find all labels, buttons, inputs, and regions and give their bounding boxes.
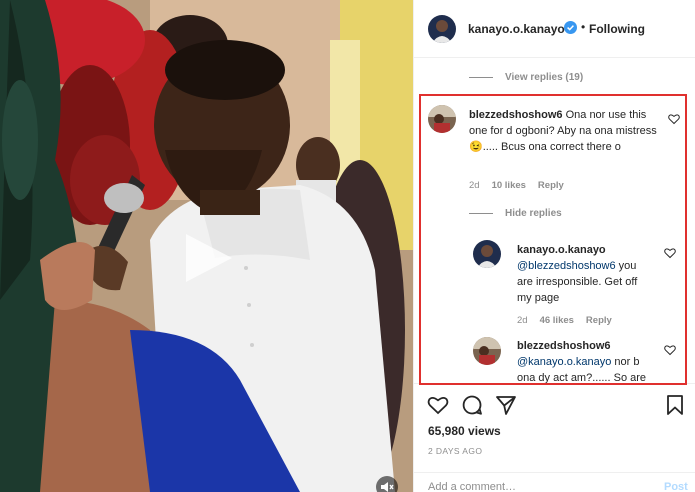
reply-username[interactable]: kanayo.o.kanayo	[517, 244, 606, 256]
avatar[interactable]	[473, 337, 501, 365]
avatar[interactable]	[428, 105, 456, 133]
view-replies-label: View replies (19)	[505, 72, 584, 83]
reply-button[interactable]: Reply	[538, 180, 564, 191]
reply-comment: blezzedshoshow6 @kanayo.o.kanayo nor b o…	[517, 338, 652, 386]
bookmark-icon[interactable]	[664, 394, 686, 416]
mention-link[interactable]: @kanayo.o.kanayo	[517, 356, 611, 368]
divider	[469, 77, 493, 78]
share-icon[interactable]	[495, 394, 517, 416]
comment: blezzedshoshow6 Ona nor use this one for…	[469, 107, 664, 155]
post-video[interactable]	[0, 0, 413, 492]
reply-age: 2d	[517, 315, 528, 326]
reply-username[interactable]: blezzedshoshow6	[517, 340, 611, 352]
following-button[interactable]: Following	[589, 22, 645, 36]
post-header: kanayo.o.kanayo • Following	[414, 0, 695, 58]
reply-likes[interactable]: 46 likes	[540, 315, 574, 326]
divider	[469, 213, 493, 214]
separator-dot: •	[581, 20, 586, 34]
post-sidebar: kanayo.o.kanayo • Following View replies…	[413, 0, 695, 492]
speaker-muted-icon[interactable]	[376, 476, 398, 492]
comment-age: 2d	[469, 180, 480, 191]
heart-icon[interactable]	[664, 247, 676, 259]
post-author-username[interactable]: kanayo.o.kanayo	[468, 22, 565, 36]
view-count[interactable]: 65,980 views	[428, 424, 501, 438]
comment-likes[interactable]: 10 likes	[492, 180, 526, 191]
hide-replies-label: Hide replies	[505, 208, 562, 219]
reply-button[interactable]: Reply	[586, 315, 612, 326]
post-button[interactable]: Post	[664, 481, 688, 492]
hide-replies-link[interactable]: Hide replies	[469, 208, 562, 219]
verified-badge-icon	[564, 21, 577, 34]
avatar[interactable]	[473, 240, 501, 268]
avatar[interactable]	[428, 15, 456, 43]
heart-icon[interactable]	[427, 394, 449, 416]
action-bar	[414, 383, 695, 423]
heart-icon[interactable]	[668, 113, 680, 125]
post-date: 2 DAYS AGO	[428, 446, 483, 456]
view-replies-link[interactable]: View replies (19)	[469, 72, 583, 83]
reply-meta: 2d 46 likes Reply	[517, 315, 612, 326]
comment-input[interactable]	[428, 481, 628, 492]
comment-icon[interactable]	[461, 394, 483, 416]
mention-link[interactable]: @blezzedshoshow6	[517, 260, 616, 272]
comment-box: Post	[414, 472, 695, 492]
comment-username[interactable]: blezzedshoshow6	[469, 109, 563, 121]
heart-icon[interactable]	[664, 344, 676, 356]
comment-meta: 2d 10 likes Reply	[469, 180, 564, 191]
reply-comment: kanayo.o.kanayo @blezzedshoshow6 you are…	[517, 242, 647, 306]
